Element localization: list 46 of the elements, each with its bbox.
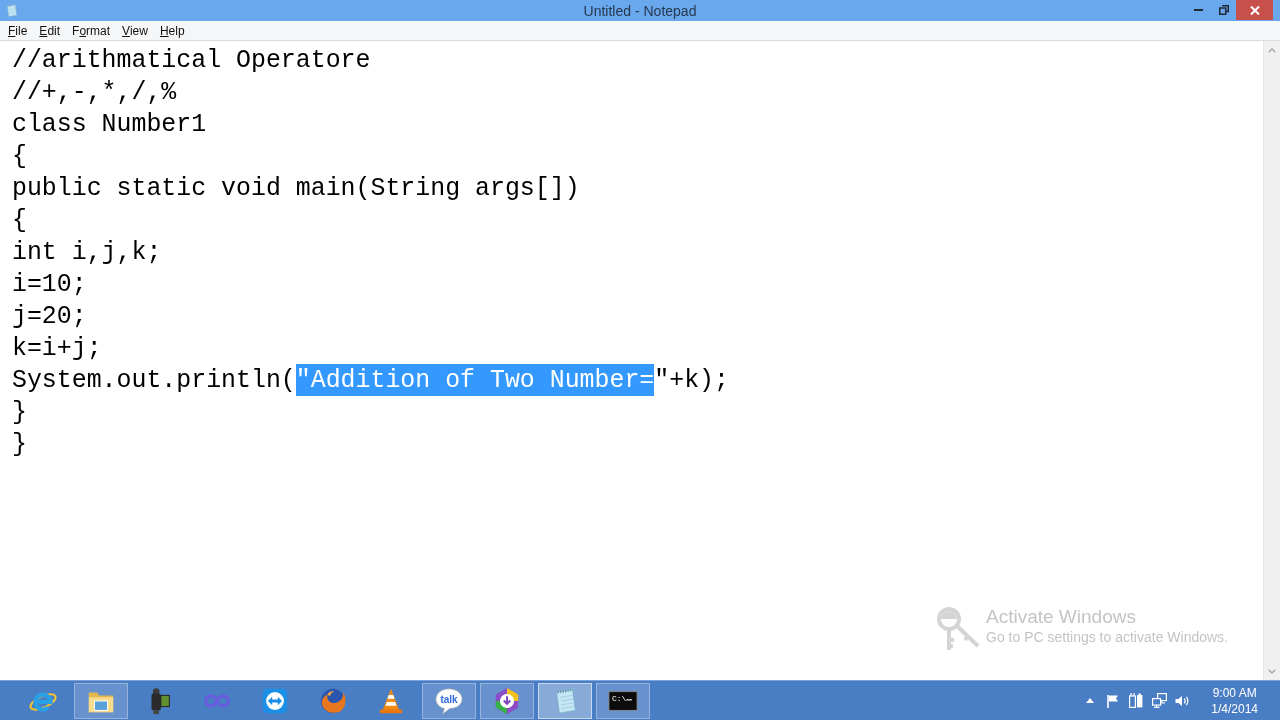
selected-text: "Addition of Two Number=	[295, 364, 655, 396]
code-line: k=i+j;	[12, 333, 102, 364]
code-line: //+,-,*,/,%	[12, 77, 177, 108]
speech-bubble-icon	[434, 685, 464, 716]
notepad-icon	[4, 3, 19, 18]
code-line: j=20;	[12, 301, 87, 332]
code-line: {	[12, 205, 27, 236]
code-text: "+k);	[654, 365, 729, 396]
chevron-down-icon	[1268, 668, 1276, 674]
speaker-icon	[1174, 693, 1190, 708]
network-tray-button[interactable]	[1151, 692, 1168, 709]
code-line: }	[12, 429, 27, 460]
taskbar-app-button[interactable]	[480, 682, 534, 719]
chevron-up-icon	[1268, 47, 1276, 53]
taskbar-app-button[interactable]	[74, 682, 128, 719]
taskbar-app-button[interactable]: C:\	[596, 682, 650, 719]
close-button[interactable]	[1236, 0, 1273, 20]
close-icon	[1249, 5, 1260, 15]
minimize-icon	[1194, 9, 1203, 11]
scrollbar-track[interactable]	[1263, 41, 1280, 680]
triangle-up-icon	[1086, 698, 1095, 703]
taskbar-app-button[interactable]	[538, 682, 592, 719]
code-line: {	[12, 141, 27, 172]
code-line: }	[12, 397, 27, 428]
code-line: i=10;	[12, 269, 87, 300]
keys-icon	[936, 606, 982, 652]
menu-item[interactable]: File	[2, 22, 34, 39]
power-tray-button[interactable]	[1128, 692, 1145, 709]
code-line: class Number1	[12, 109, 207, 140]
restore-icon	[1218, 5, 1229, 15]
code-line: //arithmatical Operatore	[12, 45, 371, 76]
code-line: public static void main(String args[])	[12, 173, 580, 204]
flag-icon	[1106, 693, 1121, 708]
taskbar-app-button[interactable]: talk	[422, 682, 476, 719]
battery-plug-icon	[1129, 693, 1144, 708]
window-title: Untitled - Notepad	[583, 2, 697, 19]
code-line: int i,j,k;	[12, 237, 162, 268]
menu-item[interactable]: Edit	[33, 22, 67, 39]
activation-title: Activate Windows	[986, 606, 1137, 628]
clock-button[interactable]: 9:00 AM 1/4/2014	[1211, 684, 1258, 717]
menu-item[interactable]: Format	[66, 22, 117, 39]
activation-message: Go to PC settings to activate Windows.	[986, 628, 1228, 646]
code-text: System.out.println(	[12, 365, 296, 396]
menu-item[interactable]: Help	[153, 22, 191, 39]
menu-item[interactable]: View	[116, 22, 154, 39]
computer-monitors-icon	[1151, 693, 1167, 708]
